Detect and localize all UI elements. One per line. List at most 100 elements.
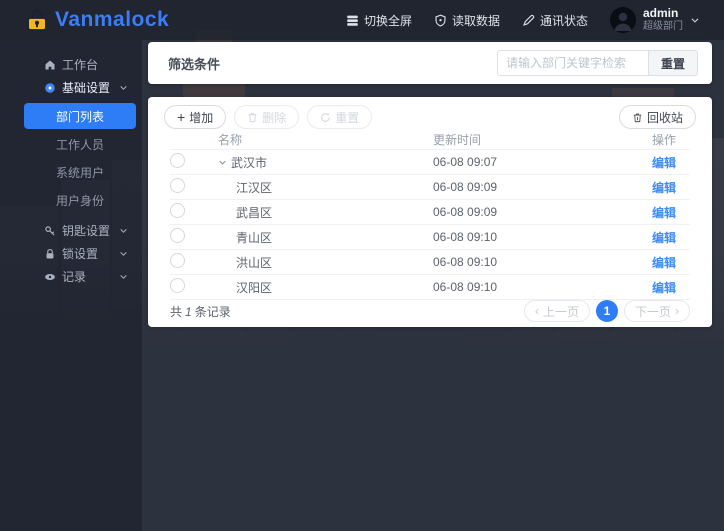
chevron-down-icon xyxy=(119,272,128,281)
filter-controls: 重置 xyxy=(497,50,698,76)
reset-toolbar-label: 重置 xyxy=(335,109,359,126)
updated-time: 06-08 09:10 xyxy=(433,255,620,269)
sidebar-item-label: 工作台 xyxy=(62,56,98,73)
brand-name: Vanmalock xyxy=(55,8,169,32)
delete-label: 删除 xyxy=(262,109,286,126)
next-page-label: 下一页 xyxy=(635,303,671,320)
user-role: 超级部门 xyxy=(643,21,683,33)
sidebar-item-user-identity[interactable]: 用户身份 xyxy=(24,187,136,213)
plus-icon: + xyxy=(177,110,185,124)
sidebar-item-staff[interactable]: 工作人员 xyxy=(24,131,136,157)
department-name: 江汉区 xyxy=(236,179,272,196)
read-data-label: 读取数据 xyxy=(452,12,500,29)
record-count-prefix: 共 xyxy=(170,305,182,319)
sidebar-item-system-users[interactable]: 系统用户 xyxy=(24,159,136,185)
record-count-value: 1 xyxy=(182,305,195,319)
expand-caret-icon[interactable] xyxy=(218,158,227,167)
key-icon xyxy=(43,225,56,237)
basic-settings-submenu: 部门列表 工作人员 系统用户 用户身份 xyxy=(0,99,142,219)
app-window: Vanmalock 切换全屏 读取数据 xyxy=(0,0,724,531)
sidebar-item-label: 基础设置 xyxy=(62,79,110,96)
page-number-button[interactable]: 1 xyxy=(596,300,618,322)
chevron-down-icon xyxy=(119,83,128,92)
sidebar-item-key-settings[interactable]: 钥匙设置 xyxy=(0,219,142,242)
delete-button[interactable]: 删除 xyxy=(234,105,299,129)
table-row: 江汉区 06-08 09:09 编辑 xyxy=(170,175,690,200)
next-arrow-icon: › xyxy=(675,304,679,318)
sidebar-item-label: 记录 xyxy=(62,268,86,285)
edit-link[interactable]: 编辑 xyxy=(652,156,676,170)
sidebar: 工作台 基础设置 部门列表 工作人员 系统用户 用户身份 钥匙设置 xyxy=(0,40,142,531)
sidebar-item-basic-settings[interactable]: 基础设置 xyxy=(0,76,142,99)
department-name: 洪山区 xyxy=(236,254,272,271)
table-header-row: 名称 更新时间 操作 xyxy=(170,129,690,150)
record-count-suffix: 条记录 xyxy=(195,305,231,319)
reset-toolbar-button[interactable]: 重置 xyxy=(307,105,372,129)
sidebar-item-department-list[interactable]: 部门列表 xyxy=(24,103,136,129)
fullscreen-toggle[interactable]: 切换全屏 xyxy=(346,12,412,29)
prev-page-label: 上一页 xyxy=(543,303,579,320)
sidebar-item-label: 锁设置 xyxy=(62,245,98,262)
table-footer: 共1条记录 ‹ 上一页 1 下一页 › xyxy=(148,300,712,332)
table-row: 青山区 06-08 09:10 编辑 xyxy=(170,225,690,250)
updated-time: 06-08 09:09 xyxy=(433,205,620,219)
row-radio[interactable] xyxy=(170,203,185,218)
target-icon xyxy=(43,82,56,94)
name-column-header: 名称 xyxy=(218,131,433,148)
updated-time: 06-08 09:09 xyxy=(433,180,620,194)
fullscreen-icon xyxy=(346,14,359,27)
avatar xyxy=(610,7,636,33)
comm-status-action[interactable]: 通讯状态 xyxy=(522,12,588,29)
lock-icon xyxy=(43,248,56,260)
prev-page-button[interactable]: ‹ 上一页 xyxy=(524,300,590,322)
navbar-actions: 切换全屏 读取数据 通讯状态 xyxy=(346,7,724,33)
filter-card: 筛选条件 重置 xyxy=(148,42,712,84)
row-radio[interactable] xyxy=(170,228,185,243)
read-data-icon xyxy=(434,14,447,27)
brand-logo[interactable]: Vanmalock xyxy=(0,7,169,33)
refresh-icon xyxy=(320,112,331,123)
comm-status-icon xyxy=(522,14,535,27)
table-row: 武汉市 06-08 09:07 编辑 xyxy=(170,150,690,175)
user-menu[interactable]: admin 超级部门 xyxy=(610,7,700,33)
table-toolbar: + 增加 删除 重置 回收站 xyxy=(148,97,712,129)
edit-link[interactable]: 编辑 xyxy=(652,281,676,295)
edit-link[interactable]: 编辑 xyxy=(652,256,676,270)
search-input[interactable] xyxy=(497,50,649,76)
updated-time: 06-08 09:10 xyxy=(433,280,620,294)
add-button[interactable]: + 增加 xyxy=(164,105,226,129)
pagination: ‹ 上一页 1 下一页 › xyxy=(524,300,690,322)
row-radio[interactable] xyxy=(170,278,185,293)
eye-icon xyxy=(43,271,56,283)
recycle-bin-label: 回收站 xyxy=(647,109,683,126)
row-radio[interactable] xyxy=(170,153,185,168)
row-radio[interactable] xyxy=(170,178,185,193)
updated-time: 06-08 09:10 xyxy=(433,230,620,244)
user-name: admin xyxy=(643,7,683,21)
updated-time: 06-08 09:07 xyxy=(433,155,620,169)
department-name: 武昌区 xyxy=(236,204,272,221)
recycle-bin-button[interactable]: 回收站 xyxy=(619,105,696,129)
edit-link[interactable]: 编辑 xyxy=(652,181,676,195)
sidebar-item-records[interactable]: 记录 xyxy=(0,265,142,288)
table-row: 汉阳区 06-08 09:10 编辑 xyxy=(170,275,690,300)
department-table: 名称 更新时间 操作 武汉市 06-08 09:07 编辑 江汉区 06-08 … xyxy=(148,129,712,300)
edit-link[interactable]: 编辑 xyxy=(652,206,676,220)
fullscreen-label: 切换全屏 xyxy=(364,12,412,29)
trash-icon xyxy=(247,112,258,123)
chevron-down-icon xyxy=(119,249,128,258)
table-row: 洪山区 06-08 09:10 编辑 xyxy=(170,250,690,275)
department-name: 汉阳区 xyxy=(236,279,272,296)
recycle-bin-icon xyxy=(632,112,643,123)
reset-button[interactable]: 重置 xyxy=(649,50,698,76)
sidebar-item-lock-settings[interactable]: 锁设置 xyxy=(0,242,142,265)
action-column-header: 操作 xyxy=(620,131,690,148)
edit-link[interactable]: 编辑 xyxy=(652,231,676,245)
top-navbar: Vanmalock 切换全屏 读取数据 xyxy=(0,0,724,40)
read-data-action[interactable]: 读取数据 xyxy=(434,12,500,29)
row-radio[interactable] xyxy=(170,253,185,268)
chevron-down-icon xyxy=(690,15,700,25)
sidebar-item-workbench[interactable]: 工作台 xyxy=(0,53,142,76)
next-page-button[interactable]: 下一页 › xyxy=(624,300,690,322)
filter-title: 筛选条件 xyxy=(168,54,220,73)
